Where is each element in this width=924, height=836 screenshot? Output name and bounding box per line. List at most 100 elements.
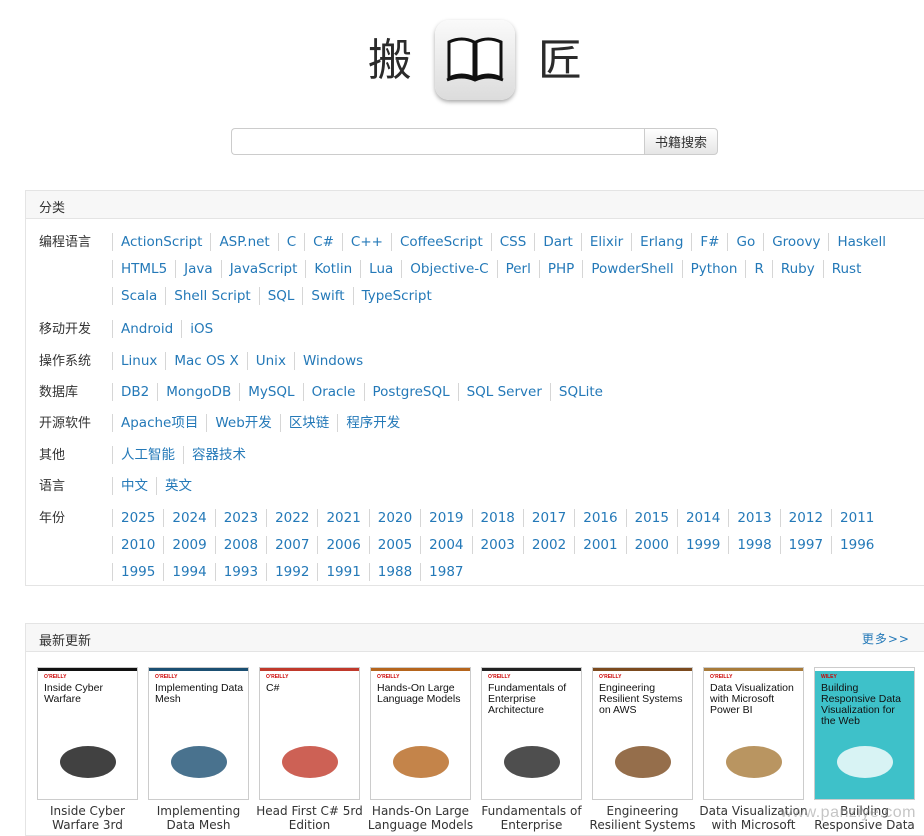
category-link[interactable]: SQLite [549, 383, 611, 401]
category-link[interactable]: 2002 [522, 536, 574, 554]
book-cover[interactable]: O'REILLY Implementing Data Mesh [148, 667, 249, 800]
category-link[interactable]: 中文 [112, 477, 156, 495]
category-link[interactable]: iOS [181, 320, 221, 338]
category-link[interactable]: DB2 [112, 383, 157, 401]
book-cover[interactable]: O'REILLY Data Visualization with Microsof… [703, 667, 804, 800]
category-link[interactable]: 2000 [625, 536, 677, 554]
category-link[interactable]: 1995 [112, 563, 163, 581]
category-link[interactable]: 1988 [368, 563, 420, 581]
category-link[interactable]: ActionScript [112, 233, 210, 251]
category-link[interactable]: Linux [112, 352, 165, 370]
more-link[interactable]: 更多>> [862, 630, 910, 647]
category-link[interactable]: 2006 [317, 536, 368, 554]
book-cover[interactable]: O'REILLY Fundamentals of Enterprise Archi… [481, 667, 582, 800]
category-link[interactable]: Perl [496, 260, 539, 278]
category-link[interactable]: 2014 [676, 509, 728, 527]
category-link[interactable]: Erlang [631, 233, 691, 251]
category-link[interactable]: 1994 [163, 563, 214, 581]
category-link[interactable]: MongoDB [157, 383, 239, 401]
category-link[interactable]: 1993 [214, 563, 266, 581]
category-link[interactable]: 2017 [522, 509, 574, 527]
category-link[interactable]: Java [175, 260, 221, 278]
book-title-link[interactable]: Inside Cyber Warfare 3rd [31, 804, 144, 832]
category-link[interactable]: C [277, 233, 304, 251]
category-link[interactable]: 2018 [471, 509, 523, 527]
category-link[interactable]: 程序开发 [337, 414, 408, 432]
book-cover[interactable]: O'REILLY Hands-On Large Language Models [370, 667, 471, 800]
category-link[interactable]: PowderShell [582, 260, 681, 278]
category-link[interactable]: Go [727, 233, 763, 251]
book-title-link[interactable]: Implementing Data Mesh [142, 804, 255, 832]
book-cover[interactable]: O'REILLY C# [259, 667, 360, 800]
category-link[interactable]: Swift [302, 287, 352, 305]
category-link[interactable]: PostgreSQL [363, 383, 458, 401]
search-button[interactable]: 书籍搜索 [644, 128, 718, 155]
book-cover[interactable]: WILEY Building Responsive Data Visualizat… [814, 667, 915, 800]
category-link[interactable]: 2019 [420, 509, 471, 527]
category-link[interactable]: 2016 [574, 509, 625, 527]
category-link[interactable]: 人工智能 [112, 446, 183, 464]
category-link[interactable]: JavaScript [220, 260, 306, 278]
category-link[interactable]: 区块链 [279, 414, 338, 432]
book-title-link[interactable]: Head First C# 5rd Edition [253, 804, 366, 832]
category-link[interactable]: Web开发 [206, 414, 279, 432]
book-title-link[interactable]: Engineering Resilient Systems [586, 804, 699, 832]
category-link[interactable]: TypeScript [352, 287, 440, 305]
category-link[interactable]: 2001 [574, 536, 625, 554]
category-link[interactable]: F# [691, 233, 727, 251]
category-link[interactable]: Elixir [580, 233, 631, 251]
book-cover[interactable]: O'REILLY Inside Cyber Warfare [37, 667, 138, 800]
category-link[interactable]: 2005 [368, 536, 420, 554]
category-link[interactable]: C# [304, 233, 342, 251]
category-link[interactable]: 2024 [163, 509, 214, 527]
category-link[interactable]: Rust [822, 260, 870, 278]
category-link[interactable]: 英文 [156, 477, 200, 495]
category-link[interactable]: MySQL [239, 383, 302, 401]
category-link[interactable]: Objective-C [401, 260, 496, 278]
category-link[interactable]: 1997 [779, 536, 831, 554]
category-link[interactable]: 2023 [214, 509, 266, 527]
category-link[interactable]: PHP [538, 260, 582, 278]
category-link[interactable]: Haskell [828, 233, 894, 251]
category-link[interactable]: Dart [534, 233, 581, 251]
site-logo[interactable]: 搬 匠 [0, 18, 924, 102]
category-link[interactable]: 2004 [420, 536, 471, 554]
category-link[interactable]: Mac OS X [165, 352, 246, 370]
category-link[interactable]: 2008 [214, 536, 266, 554]
category-link[interactable]: Apache项目 [112, 414, 206, 432]
category-link[interactable]: R [745, 260, 771, 278]
category-link[interactable]: Windows [293, 352, 371, 370]
search-input[interactable] [231, 128, 645, 155]
category-link[interactable]: Lua [360, 260, 401, 278]
book-cover[interactable]: O'REILLY Engineering Resilient Systems on… [592, 667, 693, 800]
category-link[interactable]: Android [112, 320, 181, 338]
category-link[interactable]: ASP.net [210, 233, 277, 251]
category-link[interactable]: Shell Script [165, 287, 258, 305]
book-title-link[interactable]: Hands-On Large Language Models [364, 804, 477, 832]
category-link[interactable]: SQL [258, 287, 303, 305]
category-link[interactable]: 2022 [266, 509, 317, 527]
category-link[interactable]: 1996 [831, 536, 882, 554]
category-link[interactable]: 2009 [163, 536, 214, 554]
category-link[interactable]: CSS [490, 233, 535, 251]
category-link[interactable]: 1998 [728, 536, 779, 554]
category-link[interactable]: 2012 [779, 509, 831, 527]
category-link[interactable]: 1992 [266, 563, 317, 581]
category-link[interactable]: 2003 [471, 536, 523, 554]
category-link[interactable]: Scala [112, 287, 165, 305]
category-link[interactable]: 2020 [368, 509, 420, 527]
category-link[interactable]: CoffeeScript [390, 233, 491, 251]
category-link[interactable]: 2007 [266, 536, 317, 554]
book-title-link[interactable]: Fundamentals of Enterprise [475, 804, 588, 832]
category-link[interactable]: Ruby [771, 260, 823, 278]
category-link[interactable]: 2025 [112, 509, 163, 527]
category-link[interactable]: 容器技术 [183, 446, 254, 464]
category-link[interactable]: C++ [341, 233, 391, 251]
category-link[interactable]: 2011 [831, 509, 882, 527]
category-link[interactable]: 2013 [728, 509, 779, 527]
category-link[interactable]: SQL Server [457, 383, 550, 401]
category-link[interactable]: 1991 [317, 563, 368, 581]
category-link[interactable]: 2015 [625, 509, 677, 527]
category-link[interactable]: Python [681, 260, 746, 278]
category-link[interactable]: 1987 [420, 563, 471, 581]
